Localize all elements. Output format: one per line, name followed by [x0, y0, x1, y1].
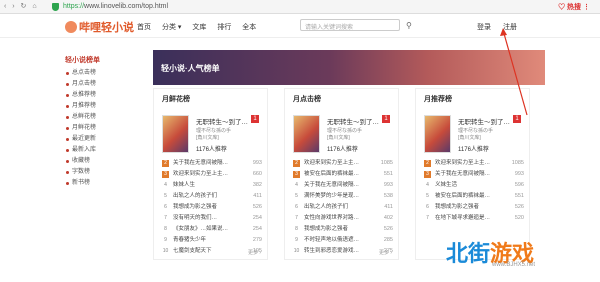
watermark-url: www.BJHX5.net [492, 262, 536, 268]
watermark-text-a: 北街 [446, 241, 491, 266]
